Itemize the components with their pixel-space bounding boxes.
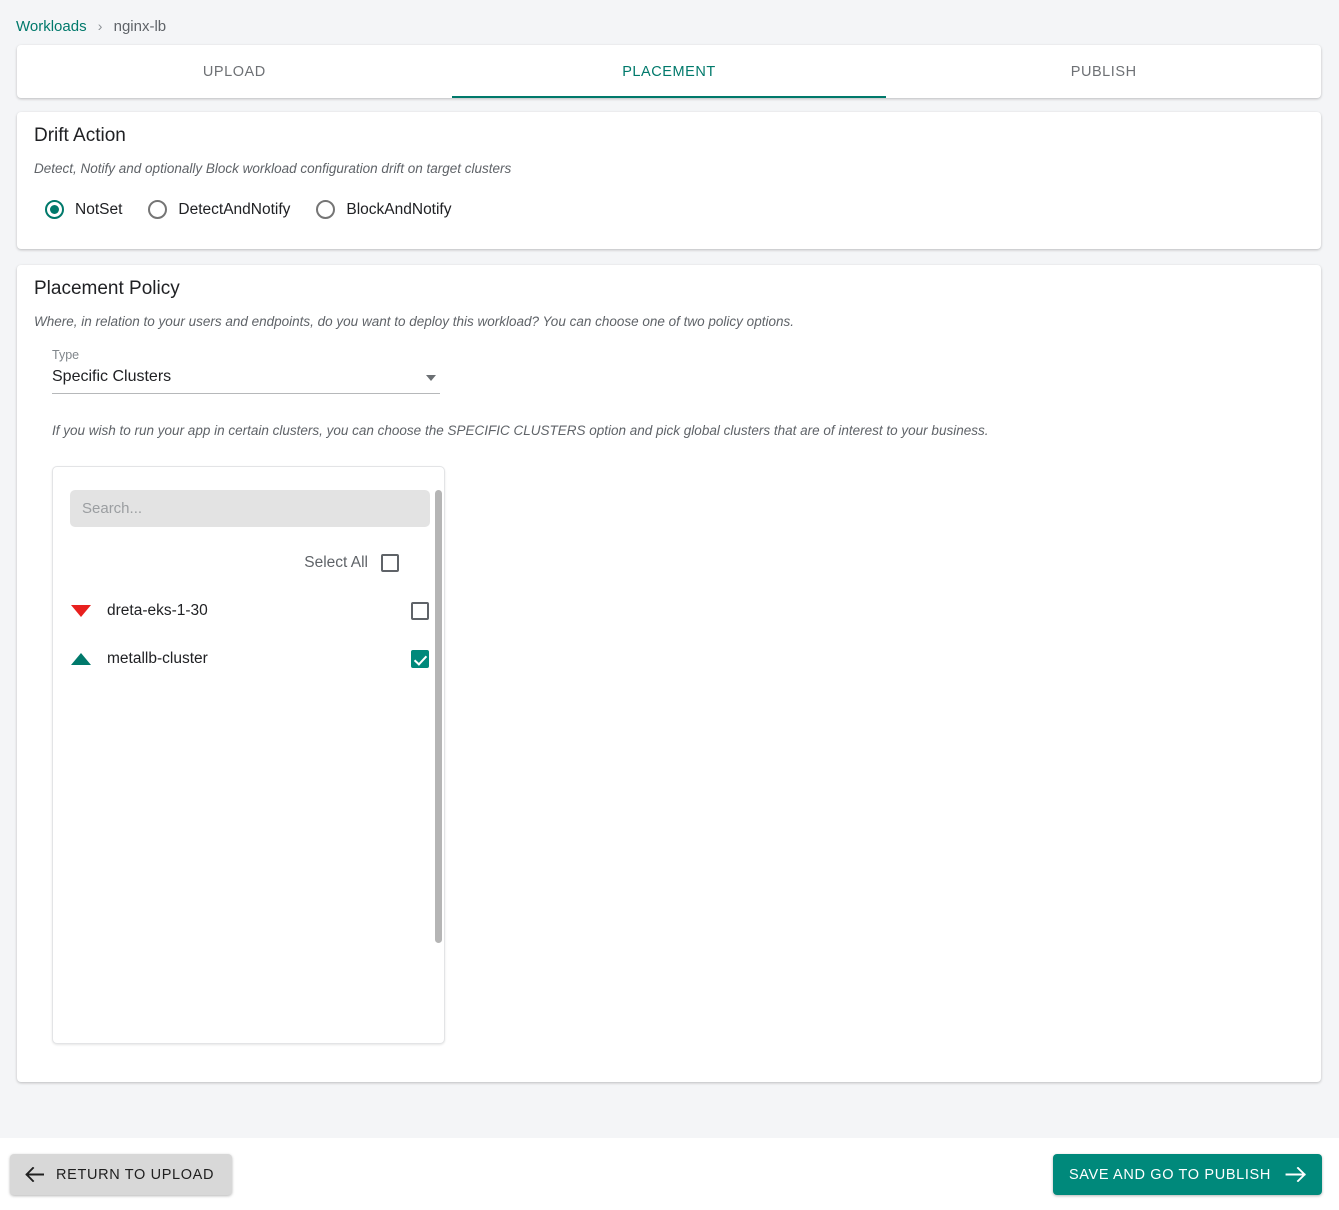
arrow-right-icon (1285, 1167, 1306, 1182)
placement-policy-subtitle: Where, in relation to your users and end… (34, 314, 794, 329)
table-row[interactable]: dreta-eks-1-30 (53, 587, 444, 635)
return-to-upload-label: RETURN TO UPLOAD (56, 1166, 215, 1183)
arrow-left-icon (25, 1167, 44, 1182)
cluster-search-input[interactable] (70, 490, 430, 527)
radio-blockandnotify[interactable]: BlockAndNotify (316, 200, 452, 219)
cluster-checkbox[interactable] (411, 602, 429, 620)
drift-action-title: Drift Action (34, 125, 126, 146)
radio-blockandnotify-label: BlockAndNotify (346, 200, 452, 218)
status-up-triangle-icon (71, 653, 91, 665)
placement-type-value: Specific Clusters (52, 368, 172, 385)
tab-upload-label: UPLOAD (202, 63, 266, 80)
cluster-picker: Select All dreta-eks-1-30 metallb-cluste… (52, 466, 445, 1044)
placement-type-label: Type (52, 348, 80, 362)
drift-action-radio-group: NotSet DetectAndNotify BlockAndNotify (45, 200, 478, 219)
placement-type-select[interactable]: Specific Clusters (52, 368, 440, 394)
radio-detectandnotify-label: DetectAndNotify (178, 200, 291, 218)
placement-page: Workloads › nginx-lb UPLOAD PLACEMENT PU… (0, 0, 1339, 1210)
placement-policy-card: Placement Policy Where, in relation to y… (17, 265, 1321, 1082)
breadcrumb-separator: › (97, 18, 103, 34)
tab-upload[interactable]: UPLOAD (17, 45, 452, 98)
placement-policy-title: Placement Policy (34, 278, 180, 299)
select-all-row[interactable]: Select All (53, 539, 444, 587)
breadcrumb: Workloads › nginx-lb (16, 17, 166, 36)
radio-detectandnotify-mark (148, 200, 168, 219)
radio-notset-label: NotSet (75, 200, 123, 218)
save-and-go-to-publish-button[interactable]: SAVE AND GO TO PUBLISH (1052, 1154, 1322, 1195)
radio-notset-mark (45, 200, 64, 219)
cluster-checkbox[interactable] (411, 650, 429, 668)
save-and-go-to-publish-label: SAVE AND GO TO PUBLISH (1068, 1166, 1271, 1183)
tab-placement-label: PLACEMENT (622, 63, 716, 80)
cluster-list: Select All dreta-eks-1-30 metallb-cluste… (53, 539, 444, 1043)
drift-action-card: Drift Action Detect, Notify and optional… (17, 112, 1321, 249)
radio-notset[interactable]: NotSet (45, 200, 122, 219)
cluster-name: dreta-eks-1-30 (107, 602, 208, 619)
return-to-upload-button[interactable]: RETURN TO UPLOAD (10, 1154, 233, 1195)
breadcrumb-workloads-link[interactable]: Workloads (16, 18, 87, 35)
cluster-list-scrollbar[interactable] (435, 490, 442, 943)
placement-type-select-wrapper: Type Specific Clusters (52, 348, 440, 394)
table-row[interactable]: metallb-cluster (53, 635, 444, 683)
status-down-triangle-icon (71, 605, 91, 617)
tab-publish[interactable]: PUBLISH (886, 45, 1321, 98)
radio-blockandnotify-mark (316, 200, 336, 219)
select-all-label: Select All (304, 554, 368, 571)
drift-action-subtitle: Detect, Notify and optionally Block work… (34, 161, 512, 176)
placement-policy-hint: If you wish to run your app in certain c… (52, 422, 989, 438)
cluster-name: metallb-cluster (107, 650, 208, 667)
tab-publish-label: PUBLISH (1070, 63, 1137, 80)
radio-detectandnotify[interactable]: DetectAndNotify (148, 200, 290, 219)
chevron-down-icon (426, 375, 436, 381)
breadcrumb-current: nginx-lb (113, 18, 167, 35)
tab-placement[interactable]: PLACEMENT (451, 45, 887, 98)
tab-bar: UPLOAD PLACEMENT PUBLISH (17, 45, 1321, 98)
footer-bar: RETURN TO UPLOAD SAVE AND GO TO PUBLISH (0, 1138, 1339, 1210)
select-all-checkbox[interactable] (381, 554, 399, 572)
